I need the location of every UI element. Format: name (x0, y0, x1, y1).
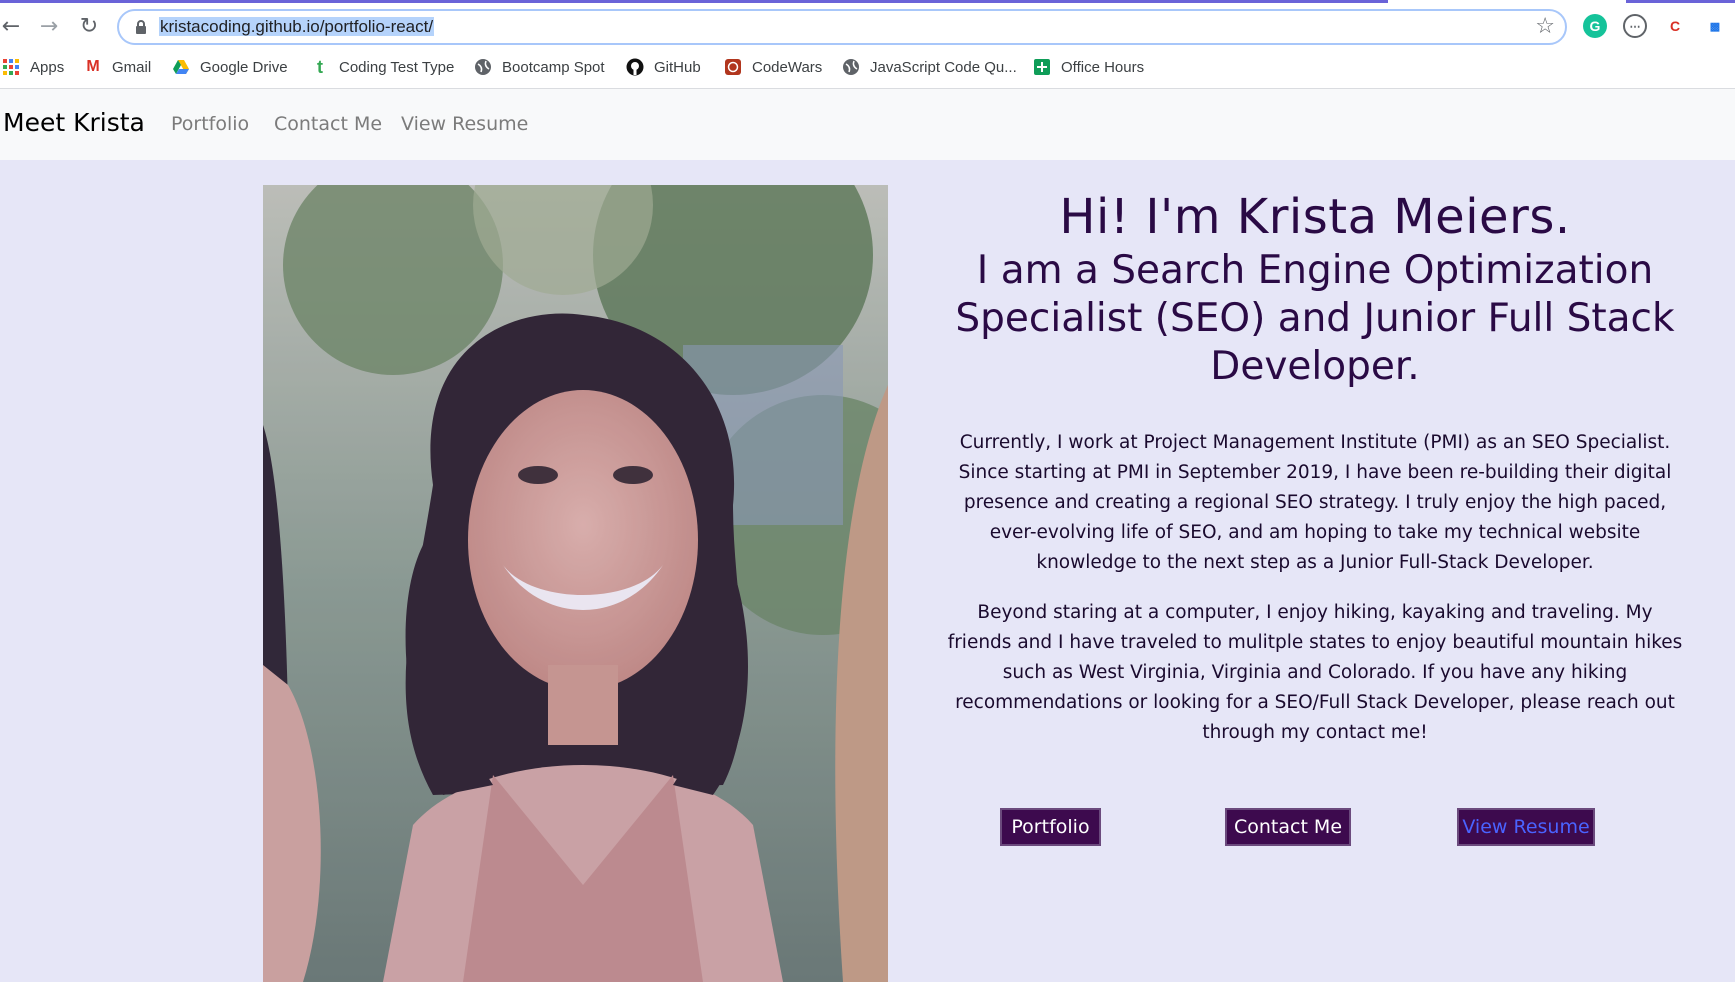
page-title: Hi! I'm Krista Meiers. (1059, 189, 1571, 245)
intro-paragraph-work: Currently, I work at Project Management … (958, 432, 1672, 573)
bookmark-coding-test-type[interactable]: t Coding Test Type (311, 56, 455, 77)
brand-link[interactable]: Meet Krista (3, 108, 145, 137)
grammarly-extension-icon[interactable]: G (1583, 14, 1607, 38)
globe-icon (843, 59, 859, 75)
extension-c-icon[interactable]: C (1663, 14, 1687, 38)
bookmark-star-icon[interactable]: ☆ (1535, 14, 1555, 39)
bookmark-label: Office Hours (1061, 58, 1145, 76)
bookmark-javascript-code-quiz[interactable]: JavaScript Code Qu... (842, 58, 1017, 76)
bookmark-label: Google Drive (200, 58, 288, 76)
url-text[interactable]: kristacoding.github.io/portfolio-react/ (159, 17, 435, 37)
nav-link-view-resume[interactable]: View Resume (401, 113, 528, 135)
bookmark-label: Apps (30, 58, 65, 76)
bookmark-label: JavaScript Code Qu... (870, 58, 1017, 76)
bookmark-label: Coding Test Type (339, 58, 455, 76)
apps-grid-icon (3, 59, 19, 75)
bookmark-google-drive[interactable]: Google Drive (172, 58, 288, 76)
bookmark-bootcamp-spot[interactable]: Bootcamp Spot (474, 58, 605, 76)
nav-link-contact-me[interactable]: Contact Me (274, 113, 382, 135)
globe-icon (475, 59, 491, 75)
reload-icon[interactable]: ↻ (74, 11, 104, 41)
nav-link-portfolio[interactable]: Portfolio (171, 113, 249, 135)
bookmark-label: Gmail (112, 58, 152, 76)
extension-circle-icon[interactable]: ⋯ (1623, 14, 1647, 38)
bookmark-label: Bootcamp Spot (502, 58, 605, 76)
lock-icon (136, 20, 146, 34)
page-subtitle: I am a Search Engine Optimization Specia… (955, 248, 1675, 389)
intro-section: Hi! I'm Krista Meiers. I am a Search Eng… (945, 185, 1685, 748)
contact-me-button[interactable]: Contact Me (1225, 808, 1351, 846)
view-resume-button[interactable]: View Resume (1457, 808, 1595, 846)
github-icon (626, 58, 644, 76)
bookmark-label: GitHub (654, 58, 701, 76)
portfolio-button[interactable]: Portfolio (1000, 808, 1101, 846)
forward-arrow-icon[interactable]: → (34, 11, 64, 41)
profile-photo (263, 185, 888, 982)
codewars-icon (725, 59, 741, 75)
extension-badge-icon[interactable]: ▩ (1703, 14, 1727, 38)
bookmarks-bar: Apps M Gmail Google Drive t Coding Test … (0, 49, 1735, 89)
google-drive-icon (173, 60, 189, 74)
browser-toolbar: ← → ↻ kristacoding.github.io/portfolio-r… (0, 3, 1735, 49)
t-icon: t (317, 56, 323, 77)
bookmark-codewars[interactable]: CodeWars (724, 58, 822, 76)
bookmark-apps[interactable]: Apps (2, 58, 64, 76)
gmail-icon: M (86, 58, 100, 75)
back-arrow-icon[interactable]: ← (0, 11, 26, 41)
bookmark-gmail[interactable]: M Gmail (84, 58, 151, 76)
plus-square-icon (1034, 59, 1050, 75)
bookmark-office-hours[interactable]: Office Hours (1033, 58, 1144, 76)
site-navbar: Meet Krista Portfolio Contact Me View Re… (0, 89, 1735, 160)
bookmark-github[interactable]: GitHub (626, 58, 701, 76)
bookmark-label: CodeWars (752, 58, 823, 76)
address-bar[interactable]: kristacoding.github.io/portfolio-react/ … (117, 9, 1567, 45)
intro-paragraph-hobbies: Beyond staring at a computer, I enjoy hi… (947, 602, 1683, 743)
